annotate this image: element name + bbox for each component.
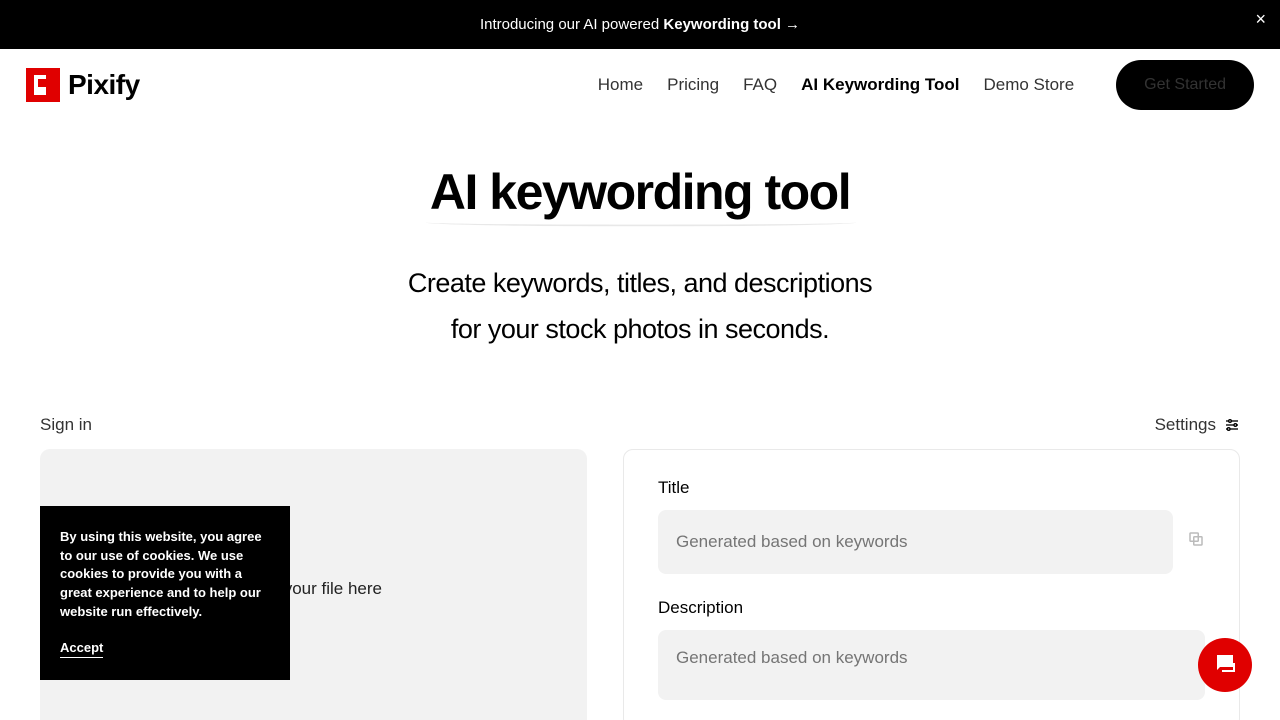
nav-keywording-tool[interactable]: AI Keywording Tool (801, 75, 959, 95)
get-started-button[interactable]: Get Started (1116, 60, 1254, 110)
announcement-text-prefix: Introducing our AI powered (480, 16, 663, 33)
copy-icon[interactable] (1187, 530, 1205, 553)
cookie-text: By using this website, you agree to our … (60, 528, 270, 622)
header: Pixify Home Pricing FAQ AI Keywording To… (0, 49, 1280, 121)
accept-button[interactable]: Accept (60, 640, 103, 658)
cookie-banner: By using this website, you agree to our … (40, 506, 290, 680)
announcement-text-bold: Keywording tool → (663, 16, 800, 33)
sign-in-link[interactable]: Sign in (40, 415, 92, 435)
announcement-bar[interactable]: Introducing our AI powered Keywording to… (0, 0, 1280, 49)
page-subtitle: Create keywords, titles, and description… (0, 261, 1280, 353)
close-icon[interactable]: × (1255, 10, 1266, 28)
nav-pricing[interactable]: Pricing (667, 75, 719, 95)
settings-label: Settings (1155, 415, 1216, 435)
chat-button[interactable] (1198, 638, 1252, 692)
hero: AI keywording tool Create keywords, titl… (0, 163, 1280, 353)
title-input[interactable] (658, 510, 1173, 574)
description-label: Description (658, 598, 1205, 618)
subtitle-line-2: for your stock photos in seconds. (451, 314, 829, 344)
title-label: Title (658, 478, 1205, 498)
output-panel: Title Description (623, 449, 1240, 720)
page-title: AI keywording tool (430, 163, 850, 221)
description-input[interactable] (658, 630, 1205, 700)
brand-name: Pixify (68, 69, 140, 101)
subtitle-line-1: Create keywords, titles, and description… (408, 268, 872, 298)
sliders-icon (1224, 417, 1240, 433)
nav-home[interactable]: Home (598, 75, 643, 95)
brand-logo[interactable]: Pixify (26, 68, 140, 102)
nav-faq[interactable]: FAQ (743, 75, 777, 95)
nav-demo-store[interactable]: Demo Store (983, 75, 1074, 95)
brand-logo-icon (26, 68, 60, 102)
main-nav: Home Pricing FAQ AI Keywording Tool Demo… (598, 60, 1254, 110)
settings-button[interactable]: Settings (1155, 415, 1240, 435)
chat-icon (1213, 651, 1237, 680)
